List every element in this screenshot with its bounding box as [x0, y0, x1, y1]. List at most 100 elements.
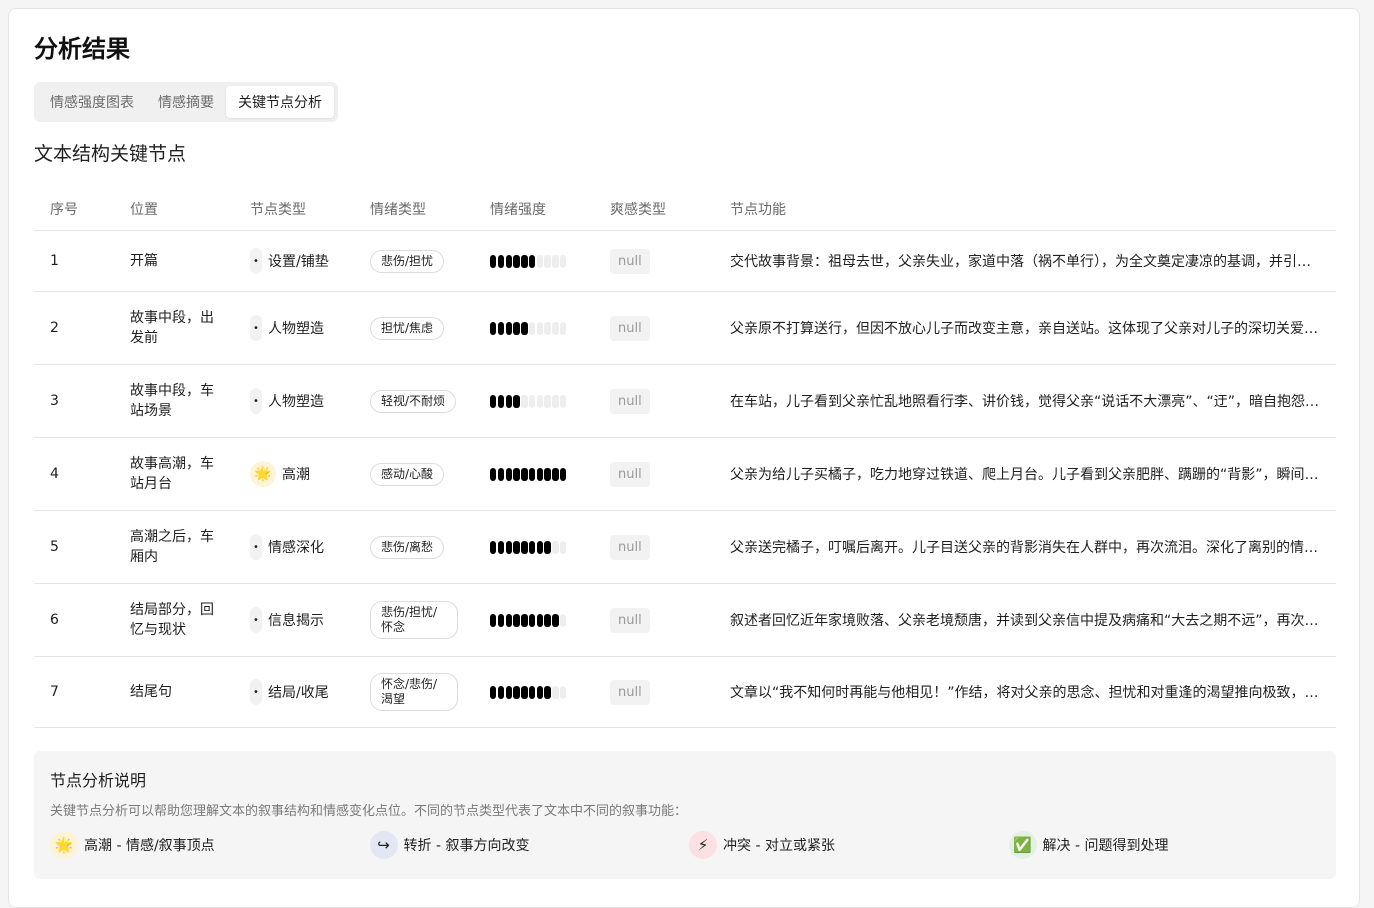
table-row: 5 高潮之后，车厢内 • 情感深化 悲伤/离愁 null 父亲送完橘子，叮嘱后离开。儿子目送… [34, 511, 1336, 584]
emotion-tag: 感动/心酸 [370, 462, 445, 486]
null-badge: null [610, 248, 650, 274]
intensity-bar-segment [552, 613, 559, 627]
intensity-bar-segment [528, 394, 536, 408]
cell-thrill-type: null [594, 679, 714, 705]
tab-key-node-analysis[interactable]: 关键节点分析 [226, 86, 334, 118]
cell-node-function: 在车站，儿子看到父亲忙乱地照看行李、讲价钱，觉得父亲“说话不大漂亮”、“迂”，暗… [714, 391, 1336, 411]
intensity-bar-segment [497, 540, 505, 554]
cell-position-wrap: 故事中段，车站场景 [114, 381, 234, 421]
cell-position: 开篇 [130, 253, 158, 269]
intensity-bar-segment [497, 321, 505, 335]
table-body: 1 开篇 • 设置/铺垫 悲伤/担忧 null 交代故事背景：祖母去世，父亲失业，家道中落（… [34, 231, 1336, 728]
node-type-label: 设置/铺垫 [268, 254, 329, 270]
legend-item: ↪ 转折 - 叙事方向改变 [369, 831, 690, 859]
intensity-bar-segment [560, 685, 567, 699]
column-header-position: 位置 [130, 201, 158, 218]
cell-emotion-type: 悲伤/担忧/怀念 [354, 601, 474, 639]
table-header: 序号 位置 节点类型 情绪类型 情绪强度 爽感类型 节点功能 [34, 187, 1336, 231]
intensity-bar-segment [521, 394, 528, 408]
intensity-bar-segment [536, 613, 544, 627]
table-row: 7 结尾句 • 结局/收尾 怀念/悲伤/渴望 null 文章以“我不知何时再能与他相见！”作… [34, 657, 1336, 728]
intensity-bar [490, 464, 594, 484]
tab-bar: 情感强度图表 情感摘要 关键节点分析 [34, 82, 338, 122]
legend-item-label: 高潮 - 情感/叙事顶点 [84, 838, 215, 854]
intensity-bar-segment [521, 613, 528, 627]
sun-icon: 🌟 [250, 461, 276, 487]
cell-node-function: 叙述者回忆近年家境败落、父亲老境颓唐，并读到父亲信中提及病痛和“大去之期不远”，… [714, 610, 1336, 630]
intensity-bar-segment [490, 685, 497, 699]
cell-thrill-type: null [594, 461, 714, 487]
table-row: 4 故事高潮，车站月台 🌟 高潮 感动/心酸 null 父亲为给儿子买橘子，吃力地穿过铁道、… [34, 438, 1336, 511]
null-badge: null [610, 388, 650, 414]
tab-intensity-chart[interactable]: 情感强度图表 [38, 86, 146, 118]
cell-emotion-type: 怀念/悲伤/渴望 [354, 673, 474, 711]
node-type-label: 信息揭示 [268, 613, 324, 629]
intensity-bar-segment [528, 540, 536, 554]
null-badge: null [610, 461, 650, 487]
table-row: 6 结局部分，回忆与现状 • 信息揭示 悲伤/担忧/怀念 null 叙述者回忆近年家境败落、… [34, 584, 1336, 657]
cell-index: 3 [50, 393, 59, 409]
dot-icon: • [250, 534, 262, 560]
intensity-bar-segment [513, 254, 520, 268]
intensity-bar-segment [560, 394, 567, 408]
cell-node-type: • 人物塑造 [234, 315, 354, 341]
cell-node-type: 🌟 高潮 [234, 461, 354, 487]
cell-emotion-intensity [474, 537, 594, 557]
intensity-bar-segment [497, 685, 505, 699]
key-node-table: 序号 位置 节点类型 情绪类型 情绪强度 爽感类型 节点功能 1 开篇 • 设置/铺垫… [34, 187, 1336, 728]
cell-emotion-intensity [474, 682, 594, 702]
node-type-label: 情感深化 [268, 540, 324, 556]
emotion-tag: 悲伤/担忧/怀念 [370, 601, 458, 639]
cell-index: 4 [50, 466, 59, 482]
null-badge: null [610, 534, 650, 560]
intensity-bar [490, 537, 594, 557]
cell-node-type: • 设置/铺垫 [234, 248, 354, 274]
intensity-bar-segment [536, 540, 544, 554]
intensity-bar-segment [490, 467, 497, 481]
intensity-bar [490, 391, 594, 411]
intensity-bar-segment [536, 467, 544, 481]
intensity-bar-segment [536, 394, 544, 408]
node-function-text: 在车站，儿子看到父亲忙乱地照看行李、讲价钱，觉得父亲“说话不大漂亮”、“迂”，暗… [730, 394, 1320, 410]
table-row: 1 开篇 • 设置/铺垫 悲伤/担忧 null 交代故事背景：祖母去世，父亲失业，家道中落（… [34, 231, 1336, 292]
legend-item-label: 冲突 - 对立或紧张 [723, 838, 835, 854]
cell-index: 1 [50, 253, 59, 269]
cell-thrill-type: null [594, 534, 714, 560]
intensity-bar-segment [544, 540, 551, 554]
intensity-bar-segment [544, 321, 551, 335]
cell-position-wrap: 故事中段，出发前 [114, 308, 234, 348]
legend-items: 🌟 高潮 - 情感/叙事顶点 ↪ 转折 - 叙事方向改变 ⚡ 冲突 - 对立或紧张 ✅ 解决 … [50, 831, 1328, 859]
cell-position: 故事中段，出发前 [130, 310, 214, 346]
turn-icon: ↪ [369, 831, 398, 859]
intensity-bar-segment [505, 254, 512, 268]
dot-icon: • [250, 388, 262, 414]
intensity-bar-segment [513, 613, 520, 627]
intensity-bar [490, 682, 594, 702]
cell-index: 5 [50, 539, 59, 555]
cell-node-type: • 结局/收尾 [234, 679, 354, 705]
intensity-bar-segment [490, 254, 497, 268]
intensity-bar-segment [521, 254, 528, 268]
null-badge: null [610, 679, 650, 705]
emotion-tag: 轻视/不耐烦 [370, 389, 457, 413]
intensity-bar-segment [552, 467, 559, 481]
intensity-bar [490, 318, 594, 338]
section-title: 文本结构关键节点 [34, 143, 187, 165]
legend-item: ✅ 解决 - 问题得到处理 [1008, 831, 1329, 859]
cell-position-wrap: 开篇 [114, 251, 234, 271]
cell-node-function: 文章以“我不知何时再能与他相见！”作结，将对父亲的思念、担忧和对重逢的渴望推向极… [714, 682, 1336, 702]
column-header-thrill-type: 爽感类型 [610, 201, 666, 218]
node-type-label: 结局/收尾 [268, 685, 329, 701]
intensity-bar-segment [536, 685, 544, 699]
intensity-bar-segment [552, 394, 559, 408]
intensity-bar-segment [552, 685, 559, 699]
sun-icon: 🌟 [50, 831, 78, 859]
intensity-bar-segment [490, 540, 497, 554]
intensity-bar-segment [513, 467, 520, 481]
cell-node-function: 父亲原不打算送行，但因不放心儿子而改变主意，亲自送站。这体现了父亲对儿子的深切关… [714, 318, 1336, 338]
tab-emotion-summary[interactable]: 情感摘要 [146, 86, 226, 118]
intensity-bar-segment [544, 613, 551, 627]
intensity-bar-segment [528, 254, 536, 268]
node-function-text: 文章以“我不知何时再能与他相见！”作结，将对父亲的思念、担忧和对重逢的渴望推向极… [730, 685, 1320, 701]
column-header-emotion-intensity: 情绪强度 [490, 201, 546, 218]
